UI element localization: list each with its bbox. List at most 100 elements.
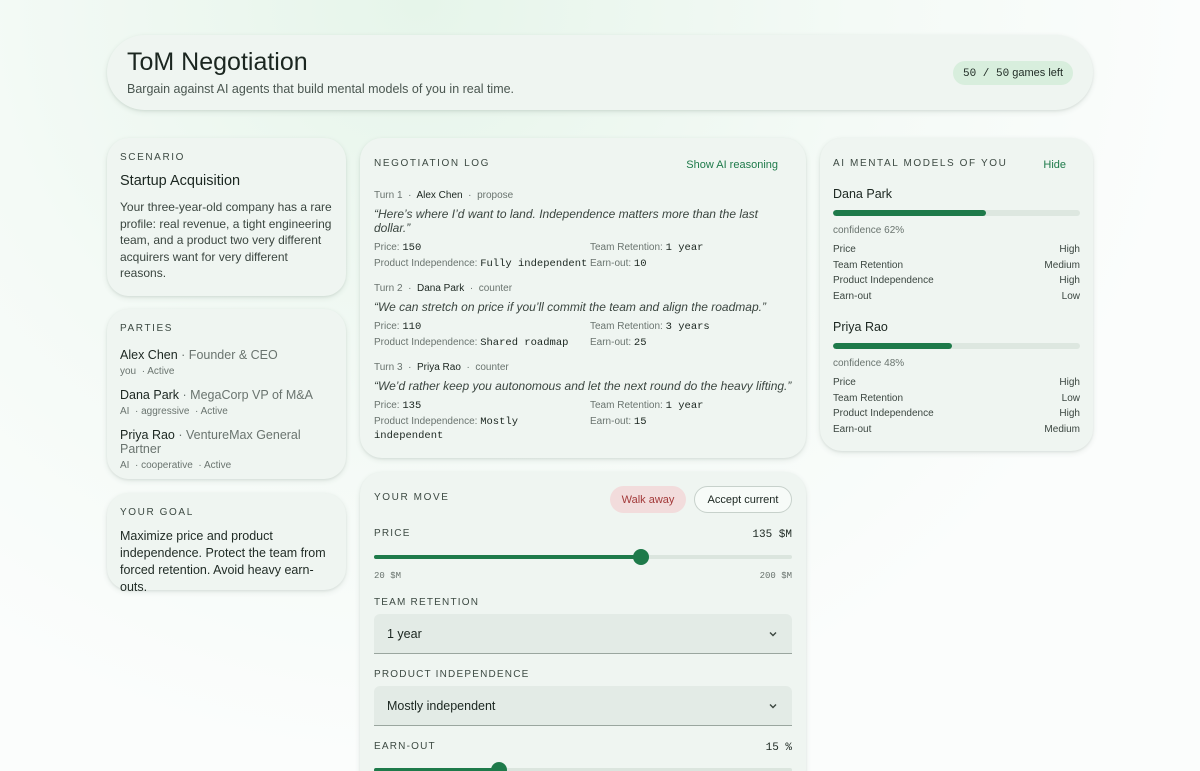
chevron-down-icon xyxy=(769,631,777,636)
party-item: Alex Chen · Founder & CEO you · Active xyxy=(120,348,333,377)
party-item: Dana Park · MegaCorp VP of M&A AI · aggr… xyxy=(120,388,333,417)
belief-row: Team Retention Medium xyxy=(833,259,1080,271)
turn-number: Turn 3 xyxy=(374,362,403,373)
independence-select[interactable]: Mostly independent xyxy=(374,686,792,726)
scenario-card: SCENARIO Startup Acquisition Your three-… xyxy=(107,138,346,296)
belief-row: Team Retention Low xyxy=(833,392,1080,404)
price-value: 135 $M xyxy=(752,529,792,541)
price-label: PRICE xyxy=(374,528,411,539)
turn-terms: Price: 135 Team Retention: 1 year Produc… xyxy=(374,400,704,442)
party-stance: · cooperative xyxy=(135,460,193,471)
price-min: 20 $M xyxy=(374,571,402,581)
turn-speaker: Dana Park xyxy=(417,283,465,294)
turn-action: counter xyxy=(475,362,509,373)
term-independence: Fully independent xyxy=(480,258,588,270)
earnout-label: EARN-OUT xyxy=(374,741,436,752)
belief-row: Earn-out Low xyxy=(833,290,1080,302)
chevron-down-icon xyxy=(769,703,777,708)
party-status: · Active xyxy=(198,460,232,471)
term-earnout: 10 xyxy=(633,258,647,270)
party-item: Priya Rao · VentureMax General Partner A… xyxy=(120,428,333,471)
party-name: Alex Chen xyxy=(120,348,178,362)
term-earnout: 15 xyxy=(633,416,647,428)
price-max: 200 $M xyxy=(759,571,792,581)
term-independence: Shared roadmap xyxy=(480,337,569,349)
belief-list: Price High Team Retention Low Product Inde… xyxy=(833,375,1080,437)
term-price: 135 xyxy=(402,400,422,412)
goal-card: YOUR GOAL Maximize price and product ind… xyxy=(107,493,346,594)
retention-select[interactable]: 1 year xyxy=(374,614,792,654)
party-type: you xyxy=(120,366,137,377)
negotiation-log-card: NEGOTIATION LOG Show AI reasoning Turn 1… xyxy=(360,138,806,458)
term-price: 150 xyxy=(402,242,422,254)
walk-away-button[interactable]: Walk away xyxy=(610,486,686,513)
goal-label: YOUR GOAL xyxy=(120,507,194,518)
games-suffix: games left xyxy=(1012,67,1063,79)
app-header: ToM Negotiation Bargain against AI agent… xyxy=(107,35,1093,110)
party-role: · MegaCorp VP of M&A xyxy=(182,388,313,402)
goal-text: Maximize price and product independence.… xyxy=(120,529,326,594)
party-name: Priya Rao xyxy=(120,428,175,442)
turn-speaker: Priya Rao xyxy=(417,362,461,373)
retention-selected: 1 year xyxy=(387,626,422,641)
log-turn: Turn 1 · Alex Chen · propose “Here’s whe… xyxy=(374,190,794,271)
app-title: ToM Negotiation xyxy=(127,48,308,76)
hide-models-link[interactable]: Hide xyxy=(1043,159,1066,171)
parties-label: PARTIES xyxy=(120,323,174,334)
model-name: Dana Park xyxy=(833,187,893,201)
turn-quote: “Here’s where I’d want to land. Independ… xyxy=(374,207,758,235)
price-slider-thumb[interactable] xyxy=(633,549,650,565)
belief-row: Product Independence High xyxy=(833,275,1080,286)
belief-row: Product Independence High xyxy=(833,408,1080,419)
turn-number: Turn 1 xyxy=(374,190,403,201)
confidence-text: confidence 62% xyxy=(833,225,905,236)
party-status: · Active xyxy=(141,366,175,377)
app-subtitle: Bargain against AI agents that build men… xyxy=(127,82,515,96)
price-slider[interactable] xyxy=(374,549,792,565)
show-reasoning-link[interactable]: Show AI reasoning xyxy=(686,159,778,171)
belief-row: Price High xyxy=(833,244,1080,255)
term-retention: 1 year xyxy=(665,242,704,254)
turn-action: counter xyxy=(478,283,513,294)
turn-terms: Price: 110 Team Retention: 3 years Produ… xyxy=(374,321,710,349)
confidence-fill xyxy=(833,210,987,216)
party-status: · Active xyxy=(195,406,228,417)
confidence-text: confidence 48% xyxy=(833,358,905,369)
price-slider-fill xyxy=(374,555,642,559)
party-type: AI xyxy=(120,406,130,417)
turn-number: Turn 2 xyxy=(374,283,403,294)
earnout-slider-thumb[interactable] xyxy=(491,762,508,771)
party-name: Dana Park xyxy=(120,388,180,402)
party-stance: · aggressive xyxy=(135,406,190,417)
turn-quote: “We can stretch on price if you’ll commi… xyxy=(374,300,766,314)
party-type: AI xyxy=(120,460,130,471)
turn-quote: “We’d rather keep you autonomous and let… xyxy=(374,379,792,393)
log-turn: Turn 3 · Priya Rao · counter “We’d rathe… xyxy=(374,362,794,443)
your-move-card: YOUR MOVE Walk away Accept current PRICE… xyxy=(360,472,806,771)
term-earnout: 25 xyxy=(633,337,647,349)
games-left-badge: 50 / 50 games left xyxy=(952,61,1073,85)
belief-row: Price High xyxy=(833,377,1080,388)
accept-current-button[interactable]: Accept current xyxy=(694,486,792,513)
belief-row: Earn-out Medium xyxy=(833,423,1080,435)
party-role: · Founder & CEO xyxy=(181,348,278,362)
mental-models-card: AI MENTAL MODELS OF YOU Hide Dana Park c… xyxy=(820,138,1093,451)
term-retention: 3 years xyxy=(665,321,710,333)
confidence-fill xyxy=(833,343,952,349)
confidence-bar xyxy=(833,210,1080,216)
belief-list: Price High Team Retention Medium Product I… xyxy=(833,242,1080,304)
model-item: Priya Rao confidence 48% Price High Team … xyxy=(833,320,1080,437)
model-name: Priya Rao xyxy=(833,320,888,334)
scenario-body: Your three-year-old company has a rare p… xyxy=(120,200,332,280)
scenario-title: Startup Acquisition xyxy=(120,173,241,189)
model-item: Dana Park confidence 62% Price High Team … xyxy=(833,187,1080,304)
independence-selected: Mostly independent xyxy=(387,698,496,713)
confidence-bar xyxy=(833,343,1080,349)
independence-label: PRODUCT INDEPENDENCE xyxy=(374,669,530,680)
games-count: 50 / 50 xyxy=(962,68,1010,80)
earnout-value: 15 % xyxy=(765,742,792,754)
turn-speaker: Alex Chen xyxy=(416,190,463,201)
parties-card: PARTIES Alex Chen · Founder & CEO you · … xyxy=(107,309,346,479)
log-turn: Turn 2 · Dana Park · counter “We can str… xyxy=(374,283,794,350)
turn-action: propose xyxy=(477,190,514,201)
